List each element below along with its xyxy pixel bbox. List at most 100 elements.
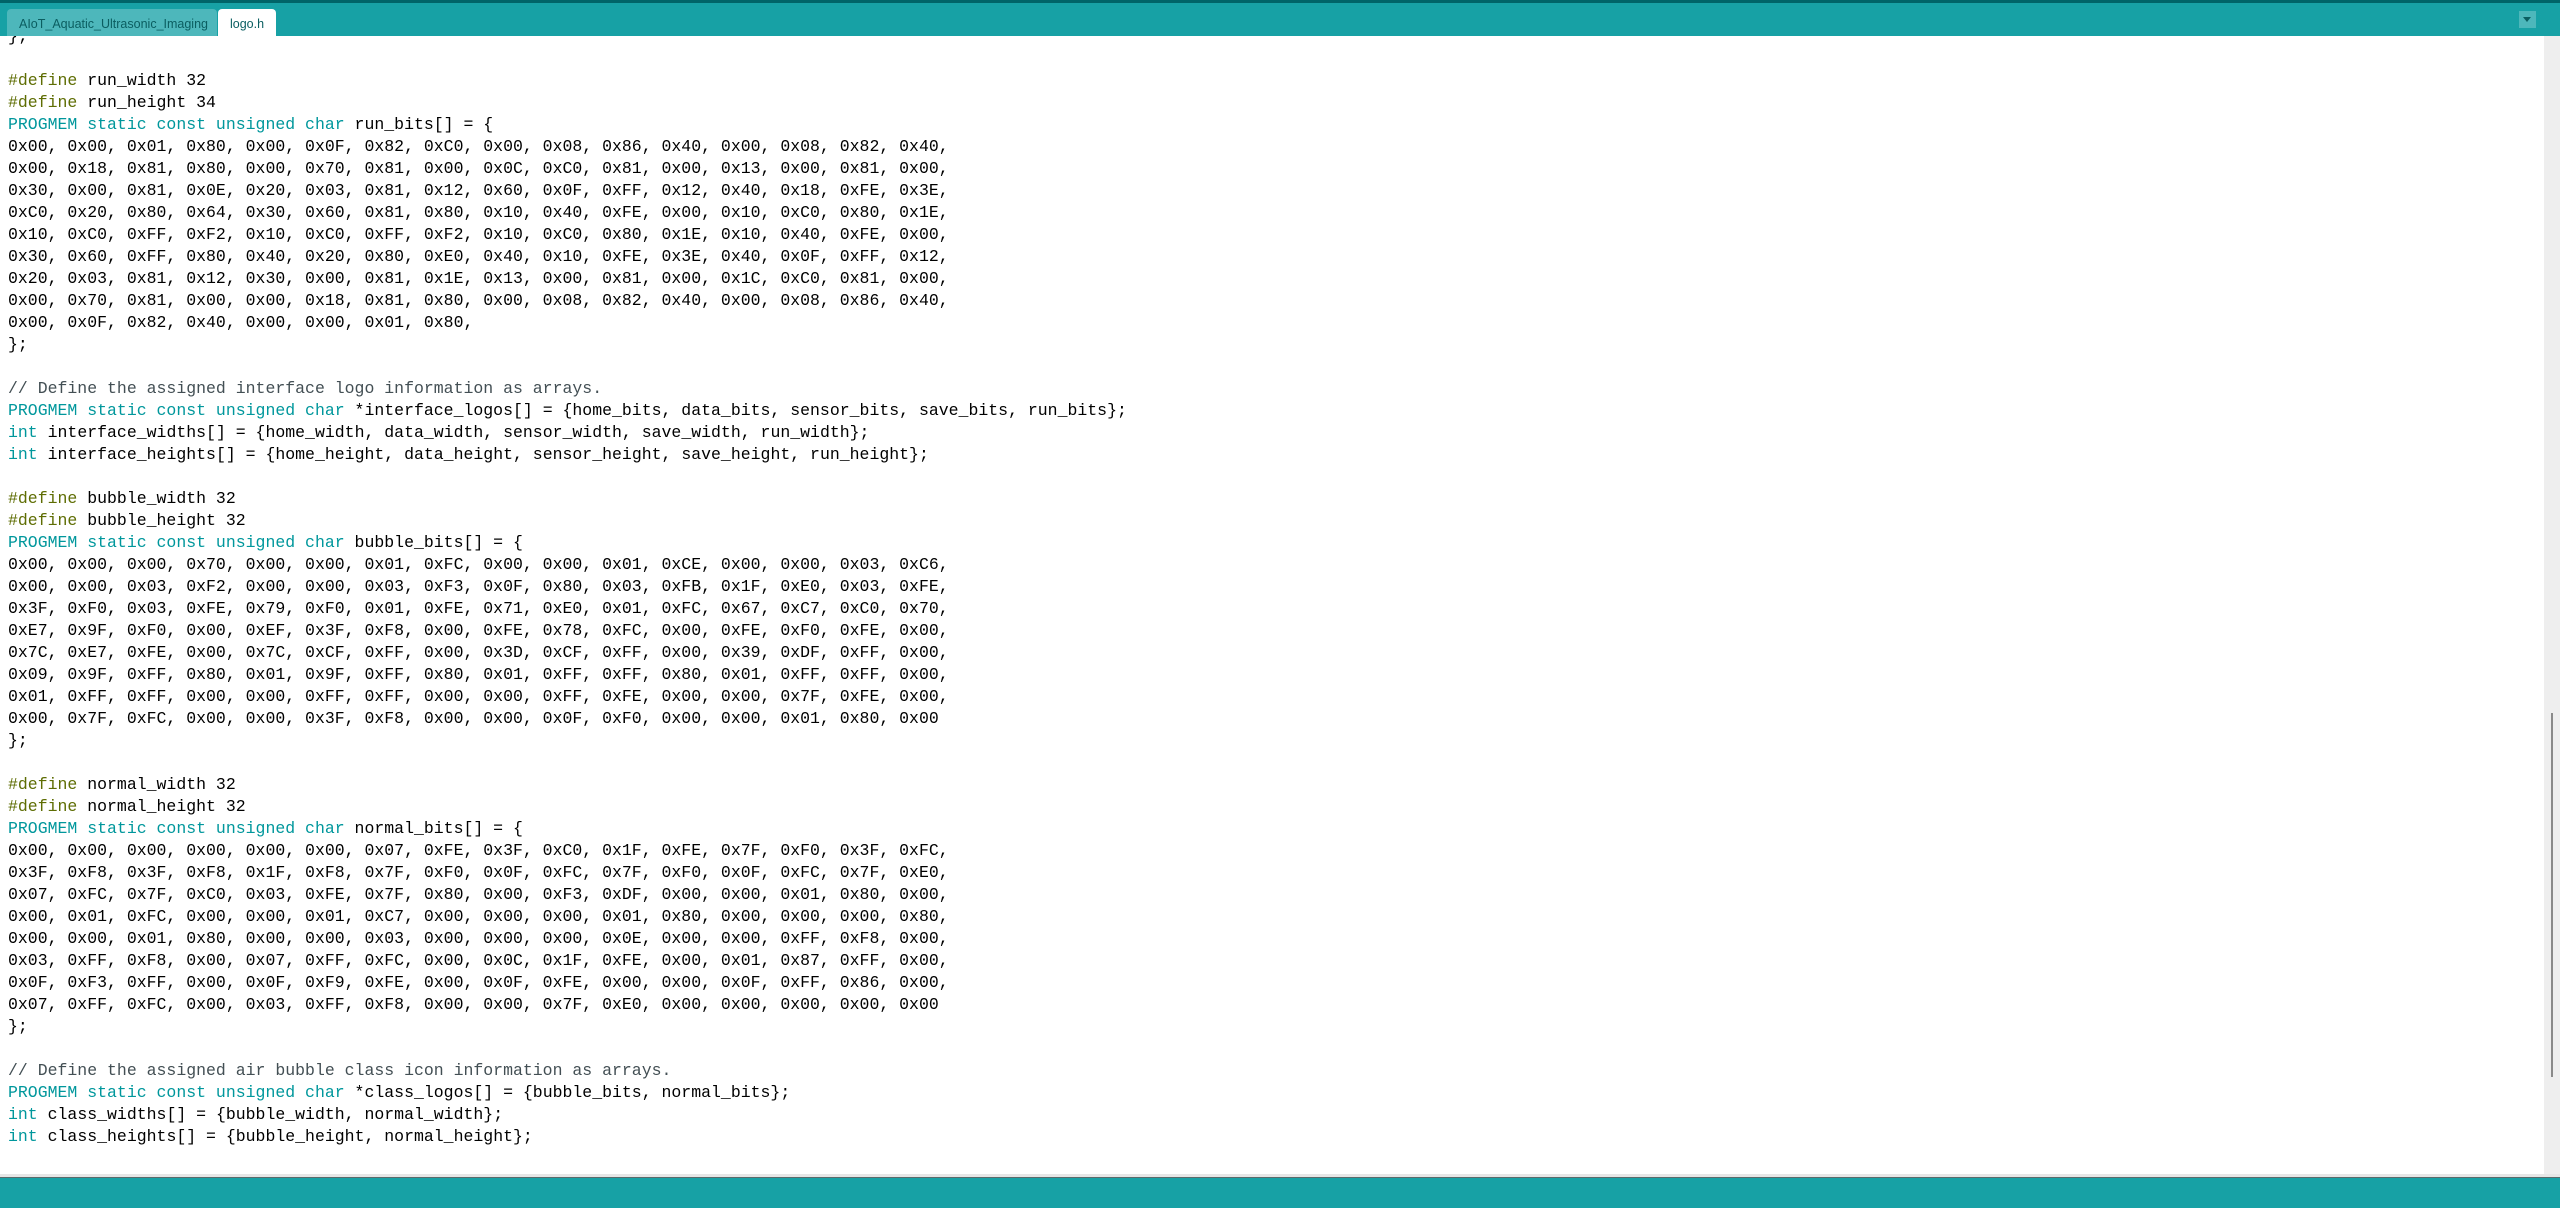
code-line[interactable]: };: [8, 730, 1127, 752]
code-token: 0x10, 0xC0, 0xFF, 0xF2, 0x10, 0xC0, 0xFF…: [8, 225, 949, 244]
code-line[interactable]: 0x01, 0xFF, 0xFF, 0x00, 0x00, 0xFF, 0xFF…: [8, 686, 1127, 708]
code-line[interactable]: 0x03, 0xFF, 0xF8, 0x00, 0x07, 0xFF, 0xFC…: [8, 950, 1127, 972]
tab-aiot-aquatic-ultrasonic-imaging[interactable]: AIoT_Aquatic_Ultrasonic_Imaging: [7, 9, 217, 39]
code-text[interactable]: }; #define run_width 32 #define run_height…: [8, 36, 1127, 1148]
code-token: 0x00, 0x00, 0x01, 0x80, 0x00, 0x00, 0x03…: [8, 929, 949, 948]
code-token: bubble_bits[] = {: [344, 533, 523, 552]
code-line[interactable]: 0x30, 0x60, 0xFF, 0x80, 0x40, 0x20, 0x80…: [8, 246, 1127, 268]
comment-token: // Define the assigned air bubble class …: [8, 1061, 672, 1080]
code-line[interactable]: [8, 466, 1127, 488]
code-token: };: [8, 731, 28, 750]
code-line[interactable]: PROGMEM static const unsigned char *clas…: [8, 1082, 1127, 1104]
code-line[interactable]: int interface_heights[] = {home_height, …: [8, 444, 1127, 466]
code-line[interactable]: };: [8, 334, 1127, 356]
code-token: 0x00, 0x00, 0x00, 0x70, 0x00, 0x00, 0x01…: [8, 555, 949, 574]
code-line[interactable]: 0x10, 0xC0, 0xFF, 0xF2, 0x10, 0xC0, 0xFF…: [8, 224, 1127, 246]
tab-logo-h[interactable]: logo.h: [218, 9, 276, 39]
code-token: 0xC0, 0x20, 0x80, 0x64, 0x30, 0x60, 0x81…: [8, 203, 949, 222]
code-line[interactable]: 0x07, 0xFF, 0xFC, 0x00, 0x03, 0xFF, 0xF8…: [8, 994, 1127, 1016]
code-line[interactable]: [8, 48, 1127, 70]
code-line[interactable]: PROGMEM static const unsigned char run_b…: [8, 114, 1127, 136]
code-line[interactable]: 0x00, 0x00, 0x00, 0x00, 0x00, 0x00, 0x07…: [8, 840, 1127, 862]
code-line[interactable]: PROGMEM static const unsigned char bubbl…: [8, 532, 1127, 554]
preprocessor-token: #define: [8, 797, 78, 816]
keyword-token: PROGMEM static const unsigned char: [8, 533, 345, 552]
tab-label: AIoT_Aquatic_Ultrasonic_Imaging: [19, 17, 208, 31]
code-token: normal_bits[] = {: [344, 819, 523, 838]
keyword-token: PROGMEM static const unsigned char: [8, 401, 345, 420]
code-token: 0x00, 0x18, 0x81, 0x80, 0x00, 0x70, 0x81…: [8, 159, 949, 178]
code-line[interactable]: #define bubble_width 32: [8, 488, 1127, 510]
code-line[interactable]: #define run_width 32: [8, 70, 1127, 92]
code-token: };: [8, 335, 28, 354]
code-line[interactable]: 0x00, 0x00, 0x00, 0x70, 0x00, 0x00, 0x01…: [8, 554, 1127, 576]
code-line[interactable]: [8, 752, 1127, 774]
code-line[interactable]: 0x3F, 0xF8, 0x3F, 0xF8, 0x1F, 0xF8, 0x7F…: [8, 862, 1127, 884]
code-line[interactable]: 0x07, 0xFC, 0x7F, 0xC0, 0x03, 0xFE, 0x7F…: [8, 884, 1127, 906]
code-line[interactable]: 0x20, 0x03, 0x81, 0x12, 0x30, 0x00, 0x81…: [8, 268, 1127, 290]
code-line[interactable]: 0x7C, 0xE7, 0xFE, 0x00, 0x7C, 0xCF, 0xFF…: [8, 642, 1127, 664]
code-line[interactable]: int class_widths[] = {bubble_width, norm…: [8, 1104, 1127, 1126]
code-token: normal_height 32: [77, 797, 246, 816]
code-line[interactable]: // Define the assigned air bubble class …: [8, 1060, 1127, 1082]
code-line[interactable]: };: [8, 36, 1127, 48]
code-line[interactable]: 0x00, 0x00, 0x01, 0x80, 0x00, 0x0F, 0x82…: [8, 136, 1127, 158]
code-token: 0x00, 0x0F, 0x82, 0x40, 0x00, 0x00, 0x01…: [8, 313, 474, 332]
code-line[interactable]: #define bubble_height 32: [8, 510, 1127, 532]
code-token: normal_width 32: [77, 775, 236, 794]
code-line[interactable]: 0x30, 0x00, 0x81, 0x0E, 0x20, 0x03, 0x81…: [8, 180, 1127, 202]
code-token: 0x09, 0x9F, 0xFF, 0x80, 0x01, 0x9F, 0xFF…: [8, 665, 949, 684]
comment-token: // Define the assigned interface logo in…: [8, 379, 603, 398]
code-line[interactable]: #define run_height 34: [8, 92, 1127, 114]
code-editor[interactable]: }; #define run_width 32 #define run_height…: [0, 36, 2544, 1174]
code-line[interactable]: };: [8, 1016, 1127, 1038]
code-line[interactable]: 0x00, 0x00, 0x03, 0xF2, 0x00, 0x00, 0x03…: [8, 576, 1127, 598]
keyword-token: PROGMEM static const unsigned char: [8, 1083, 345, 1102]
code-line[interactable]: 0x00, 0x01, 0xFC, 0x00, 0x00, 0x01, 0xC7…: [8, 906, 1127, 928]
tab-bar: AIoT_Aquatic_Ultrasonic_Imaging logo.h: [0, 0, 2560, 39]
code-line[interactable]: 0x3F, 0xF0, 0x03, 0xFE, 0x79, 0xF0, 0x01…: [8, 598, 1127, 620]
keyword-token: PROGMEM static const unsigned char: [8, 819, 345, 838]
code-line[interactable]: 0x0F, 0xF3, 0xFF, 0x00, 0x0F, 0xF9, 0xFE…: [8, 972, 1127, 994]
code-line[interactable]: 0xE7, 0x9F, 0xF0, 0x00, 0xEF, 0x3F, 0xF8…: [8, 620, 1127, 642]
code-token: 0x00, 0x01, 0xFC, 0x00, 0x00, 0x01, 0xC7…: [8, 907, 949, 926]
vertical-scrollbar[interactable]: [2544, 36, 2560, 1174]
code-token: run_bits[] = {: [344, 115, 494, 134]
code-token: 0x00, 0x70, 0x81, 0x00, 0x00, 0x18, 0x81…: [8, 291, 949, 310]
code-token: class_widths[] = {bubble_width, normal_w…: [37, 1105, 504, 1124]
tab-label: logo.h: [229, 17, 265, 31]
code-line[interactable]: PROGMEM static const unsigned char *inte…: [8, 400, 1127, 422]
code-token: *class_logos[] = {bubble_bits, normal_bi…: [344, 1083, 791, 1102]
code-line[interactable]: [8, 1038, 1127, 1060]
code-token: 0x03, 0xFF, 0xF8, 0x00, 0x07, 0xFF, 0xFC…: [8, 951, 949, 970]
code-line[interactable]: 0x00, 0x70, 0x81, 0x00, 0x00, 0x18, 0x81…: [8, 290, 1127, 312]
code-token: bubble_height 32: [77, 511, 246, 530]
preprocessor-token: #define: [8, 489, 78, 508]
code-line[interactable]: int class_heights[] = {bubble_height, no…: [8, 1126, 1127, 1148]
code-line[interactable]: 0x00, 0x00, 0x01, 0x80, 0x00, 0x00, 0x03…: [8, 928, 1127, 950]
preprocessor-token: #define: [8, 93, 78, 112]
code-line[interactable]: 0xC0, 0x20, 0x80, 0x64, 0x30, 0x60, 0x81…: [8, 202, 1127, 224]
code-line[interactable]: 0x09, 0x9F, 0xFF, 0x80, 0x01, 0x9F, 0xFF…: [8, 664, 1127, 686]
code-token: run_height 34: [77, 93, 216, 112]
code-line[interactable]: 0x00, 0x0F, 0x82, 0x40, 0x00, 0x00, 0x01…: [8, 312, 1127, 334]
code-line[interactable]: [8, 356, 1127, 378]
scrollbar-thumb[interactable]: [2551, 713, 2553, 1077]
code-line[interactable]: int interface_widths[] = {home_width, da…: [8, 422, 1127, 444]
code-token: 0x3F, 0xF0, 0x03, 0xFE, 0x79, 0xF0, 0x01…: [8, 599, 949, 618]
code-line[interactable]: 0x00, 0x18, 0x81, 0x80, 0x00, 0x70, 0x81…: [8, 158, 1127, 180]
tab-menu-button[interactable]: [2519, 11, 2536, 28]
code-line[interactable]: // Define the assigned interface logo in…: [8, 378, 1127, 400]
code-line[interactable]: PROGMEM static const unsigned char norma…: [8, 818, 1127, 840]
keyword-token: int: [8, 1105, 38, 1124]
keyword-token: int: [8, 423, 38, 442]
code-token: 0x3F, 0xF8, 0x3F, 0xF8, 0x1F, 0xF8, 0x7F…: [8, 863, 949, 882]
preprocessor-token: #define: [8, 775, 78, 794]
code-token: 0x00, 0x00, 0x00, 0x00, 0x00, 0x00, 0x07…: [8, 841, 949, 860]
code-line[interactable]: 0x00, 0x7F, 0xFC, 0x00, 0x00, 0x3F, 0xF8…: [8, 708, 1127, 730]
code-token: 0x07, 0xFC, 0x7F, 0xC0, 0x03, 0xFE, 0x7F…: [8, 885, 949, 904]
code-line[interactable]: #define normal_height 32: [8, 796, 1127, 818]
code-token: 0x00, 0x00, 0x01, 0x80, 0x00, 0x0F, 0x82…: [8, 137, 949, 156]
code-line[interactable]: #define normal_width 32: [8, 774, 1127, 796]
code-token: 0x00, 0x00, 0x03, 0xF2, 0x00, 0x00, 0x03…: [8, 577, 949, 596]
